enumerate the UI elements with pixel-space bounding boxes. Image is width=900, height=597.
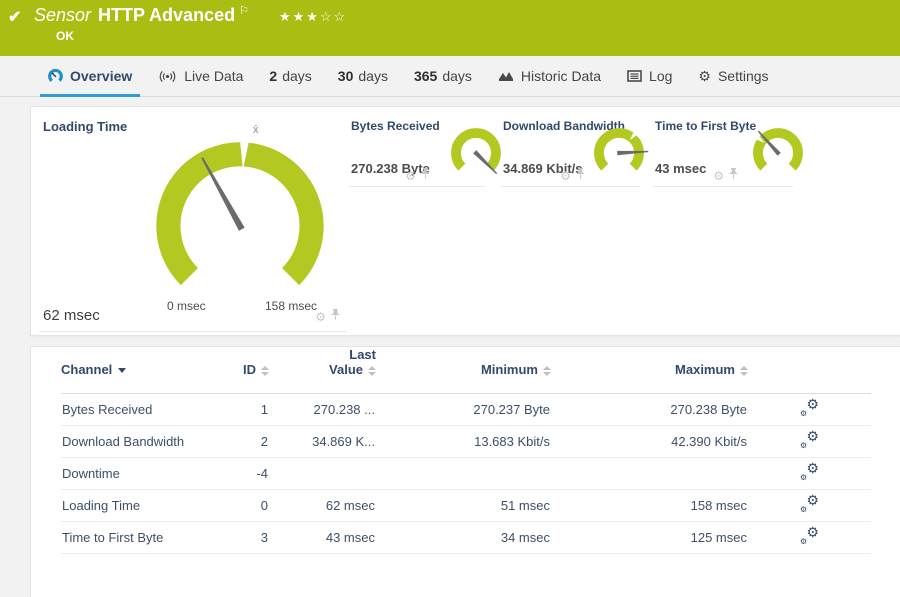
sensor-status-badge: OK [56,29,74,43]
table-row: Bytes Received 1 270.238 ... 270.237 Byt… [61,393,871,426]
column-header-minimum[interactable]: Minimum [376,347,551,394]
channel-settings-gears-icon[interactable]: ⚙ ⚙ [800,493,819,514]
channel-minimum-cell: 34 msec [376,521,551,554]
gauge-cell-time-to-first-byte: Time to First Byte 43 msec ⚙ [653,107,803,187]
column-header-maximum[interactable]: Maximum [551,347,748,394]
tab-settings[interactable]: ⚙ Settings [698,56,768,96]
channel-last-value-cell: 270.238 ... [269,393,376,426]
sensor-header: ✔ Sensor HTTP Advanced ⚐ ★★★☆☆ OK [0,0,900,56]
channel-last-value-cell: 34.869 K... [269,425,376,458]
broadcast-icon [158,70,177,83]
sort-icon[interactable] [368,365,376,376]
priority-stars[interactable]: ★★★☆☆ [279,9,347,24]
channel-maximum-cell: 42.390 Kbit/s [551,425,748,458]
stars-empty[interactable]: ☆☆ [320,9,347,24]
gauge-settings-gear-icon[interactable]: ⚙ [560,170,571,182]
channel-name-cell[interactable]: Downtime [61,457,211,490]
tab-historic-data[interactable]: Historic Data [498,56,601,96]
channel-last-value-cell: 43 msec [269,521,376,554]
channel-settings-gears-icon[interactable]: ⚙ ⚙ [800,525,819,546]
gauge-settings-gear-icon[interactable]: ⚙ [315,311,326,323]
sort-icon[interactable] [261,365,269,376]
tab-bar: Overview Live Data 2 days 30 days 365 da… [0,56,900,97]
column-header-settings [748,347,871,394]
log-list-icon [627,70,642,82]
pin-icon[interactable] [728,167,739,185]
channel-id-cell: 2 [211,425,269,458]
gauge-cell-bytes-received: Bytes Received 270.238 Byte ⚙ [349,107,501,187]
tab-365-days[interactable]: 365 days [414,56,472,96]
channel-table-panel: Channel ID Last Value Minimum Maximum Byt… [30,346,900,597]
channel-name-cell[interactable]: Loading Time [61,489,211,522]
gauge-min-label: 0 msec [167,299,206,313]
settings-gear-icon: ⚙ [698,67,711,84]
channel-last-value-cell: 62 msec [269,489,376,522]
channel-table: Channel ID Last Value Minimum Maximum Byt… [61,347,871,554]
ok-check-icon: ✔ [8,9,22,26]
table-row: Time to First Byte 3 43 msec 34 msec 125… [61,521,871,554]
channel-minimum-cell: 13.683 Kbit/s [376,425,551,458]
sensor-kind-label: Sensor [34,5,92,25]
column-header-id[interactable]: ID [211,347,269,394]
channel-name-cell[interactable]: Bytes Received [61,393,211,426]
channel-maximum-cell [551,457,748,490]
gauge-scale: 0 msec 158 msec [147,299,333,313]
gauge-title: Time to First Byte [655,119,757,133]
pin-icon[interactable] [575,167,586,185]
bytes-received-gauge [451,128,501,175]
gauge-cell-download-bandwidth: Download Bandwidth 34.869 Kbit/s ⚙ [501,107,649,187]
gauge-cell-loading-time: Loading Time x̄ 0 msec 158 msec 62 msec … [39,107,347,332]
channel-last-value-cell [269,457,376,490]
table-row: Downtime -4 ⚙ ⚙ [61,457,871,490]
channel-settings-gears-icon[interactable]: ⚙ ⚙ [800,397,819,418]
channel-maximum-cell: 158 msec [551,489,748,522]
tab-live-data[interactable]: Live Data [158,56,243,96]
channel-name-cell[interactable]: Download Bandwidth [61,425,211,458]
gauge-value: 62 msec [43,307,100,324]
channel-id-cell: 3 [211,521,269,554]
sensor-title-line: Sensor HTTP Advanced ⚐ ★★★☆☆ [34,4,347,26]
tab-2-days[interactable]: 2 days [269,56,311,96]
pin-icon[interactable] [420,167,431,185]
time-to-first-byte-gauge [753,128,803,171]
channel-minimum-cell: 51 msec [376,489,551,522]
gauge-title: Loading Time [43,119,128,134]
sensor-title: HTTP Advanced [98,5,236,25]
channel-id-cell: 0 [211,489,269,522]
download-bandwidth-gauge [594,128,649,171]
historic-chart-icon [498,70,514,82]
tab-overview[interactable]: Overview [39,56,141,97]
stars-filled[interactable]: ★★★ [279,9,320,24]
tab-30-days[interactable]: 30 days [338,56,388,96]
pin-icon[interactable] [330,308,341,326]
column-header-last-value[interactable]: Last Value [269,347,376,394]
channel-id-cell: -4 [211,457,269,490]
gauge-icon [48,68,63,84]
gauges-panel: Loading Time x̄ 0 msec 158 msec 62 msec … [30,106,900,336]
channel-settings-gears-icon[interactable]: ⚙ ⚙ [800,429,819,450]
sort-icon[interactable] [543,365,551,376]
channel-maximum-cell: 125 msec [551,521,748,554]
channel-name-cell[interactable]: Time to First Byte [61,521,211,554]
channel-minimum-cell: 270.237 Byte [376,393,551,426]
table-row: Loading Time 0 62 msec 51 msec 158 msec … [61,489,871,522]
gauge-settings-gear-icon[interactable]: ⚙ [405,170,416,182]
channel-minimum-cell [376,457,551,490]
table-header-row: Channel ID Last Value Minimum Maximum [61,347,871,394]
loading-time-gauge [156,139,324,286]
channel-maximum-cell: 270.238 Byte [551,393,748,426]
flag-icon[interactable]: ⚐ [239,5,249,17]
sort-icon[interactable] [740,365,748,376]
tab-log[interactable]: Log [627,56,672,96]
gauge-value: 43 msec [655,161,707,176]
channel-settings-gears-icon[interactable]: ⚙ ⚙ [800,461,819,482]
sort-desc-icon[interactable] [118,368,127,374]
gauge-max-label: 158 msec [264,299,317,313]
gauge-settings-gear-icon[interactable]: ⚙ [713,170,724,182]
table-row: Download Bandwidth 2 34.869 K... 13.683 … [61,425,871,458]
column-header-channel[interactable]: Channel [61,347,211,394]
gauge-title: Bytes Received [351,119,440,133]
channel-id-cell: 1 [211,393,269,426]
